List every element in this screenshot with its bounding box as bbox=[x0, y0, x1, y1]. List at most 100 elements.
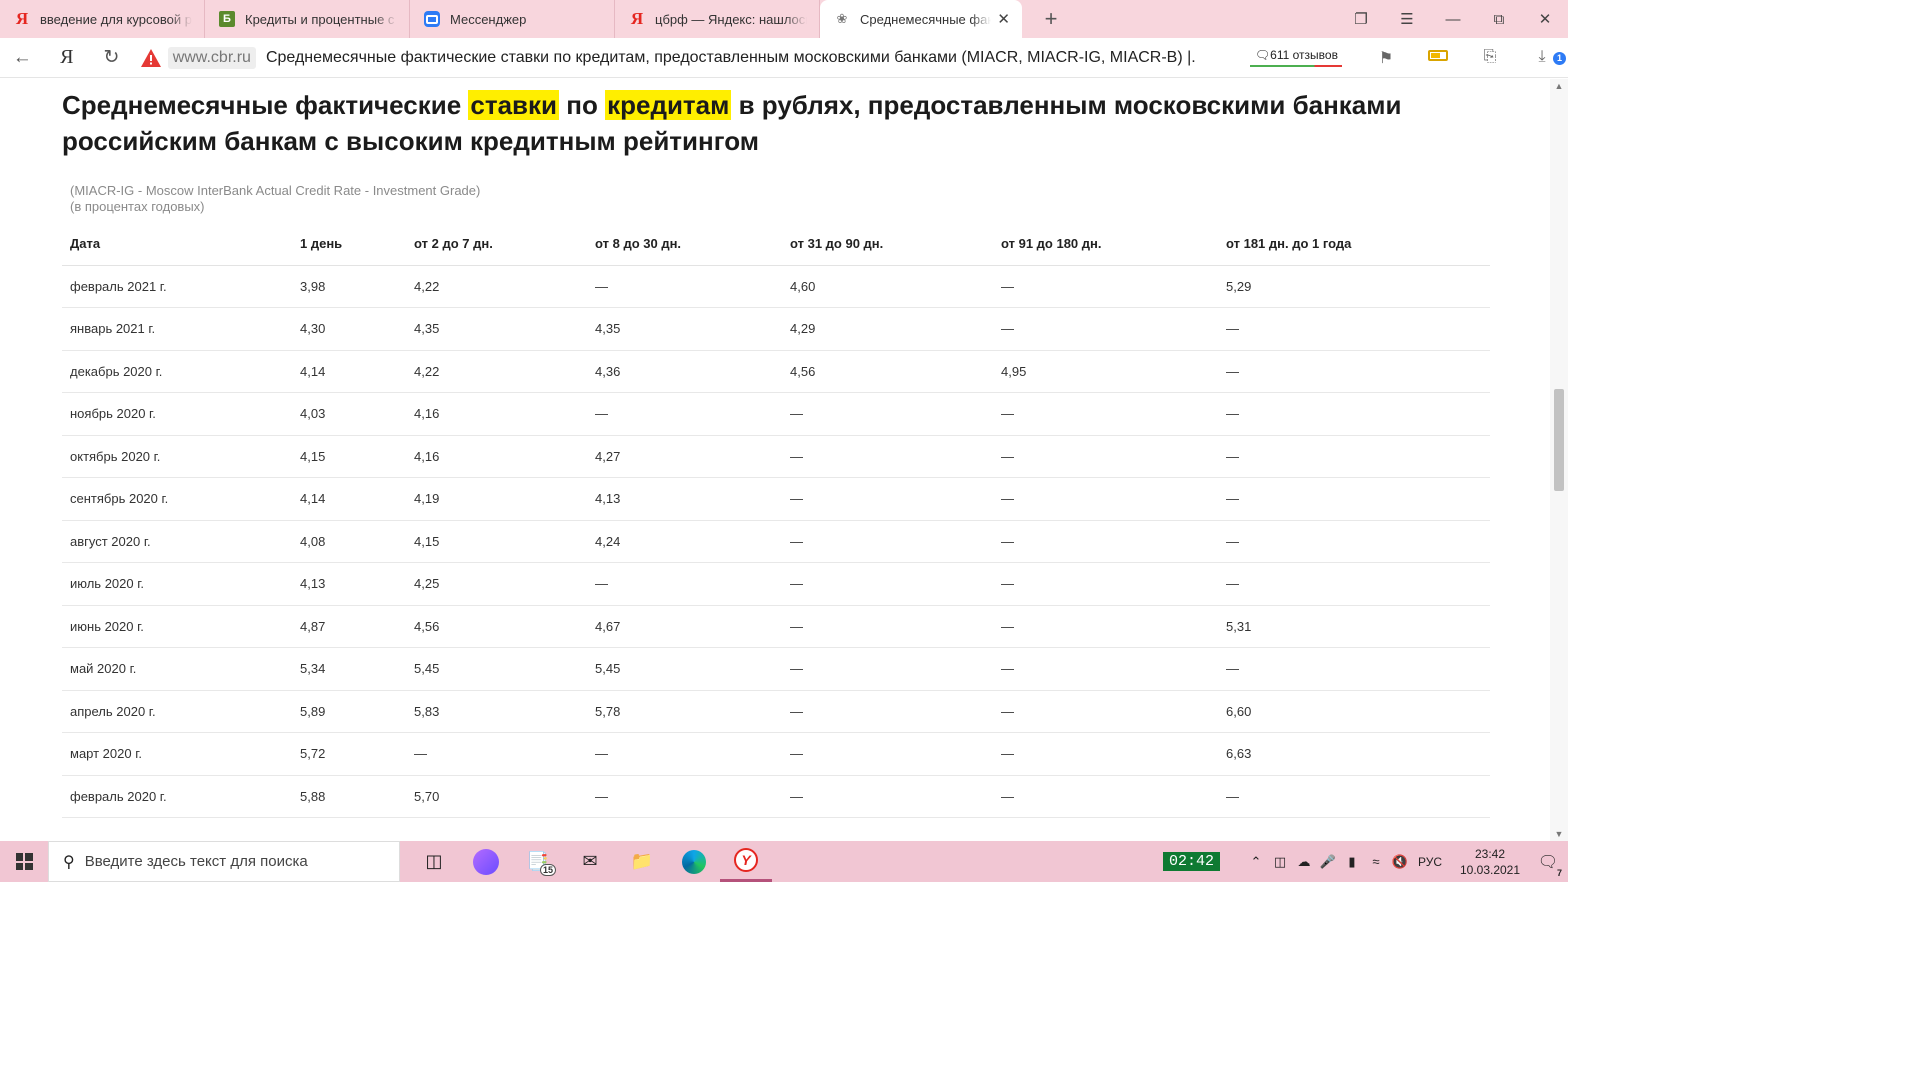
browser-tab[interactable]: Мессенджер bbox=[410, 0, 615, 38]
rate-cell: — bbox=[1218, 350, 1490, 393]
chevron-up-icon[interactable]: ⌃ bbox=[1244, 854, 1268, 870]
yandex-browser-icon[interactable]: Y bbox=[720, 841, 772, 882]
rate-cell: 4,22 bbox=[406, 350, 587, 393]
column-header: от 91 до 180 дн. bbox=[993, 222, 1218, 266]
wifi-icon[interactable]: ≈ bbox=[1364, 854, 1388, 869]
rate-cell: 4,15 bbox=[406, 520, 587, 563]
taskbar-apps: ◫ 📑 15 ✉ 📁 Y bbox=[408, 841, 772, 882]
battery-saver-icon[interactable] bbox=[1412, 48, 1464, 68]
url-page-title[interactable]: Среднемесячные фактические ставки по кре… bbox=[266, 49, 1197, 67]
toolbar-icons: ⚑ ⎘ ⤓ 1 bbox=[1360, 48, 1568, 68]
address-bar: ← Я ↻ www.cbr.ru Среднемесячные фактичес… bbox=[0, 38, 1568, 78]
restore-icon[interactable]: ⧉ bbox=[1476, 11, 1522, 28]
notifications-icon[interactable]: 🗨 7 bbox=[1528, 852, 1568, 878]
scroll-down-icon[interactable]: ▼ bbox=[1550, 829, 1568, 839]
edge-browser-icon[interactable] bbox=[668, 841, 720, 882]
scrollbar-thumb[interactable] bbox=[1554, 389, 1564, 491]
mail-app-icon[interactable]: ✉ bbox=[564, 841, 616, 882]
browser-tab[interactable]: Яцбрф — Яндекс: нашлось bbox=[615, 0, 820, 38]
bookmark-icon[interactable]: ⚑ bbox=[1360, 48, 1412, 68]
date-cell: март 2020 г. bbox=[62, 732, 292, 776]
column-header: от 31 до 90 дн. bbox=[782, 222, 993, 266]
reviews-widget[interactable]: 🗨611 отзывов bbox=[1249, 48, 1344, 67]
rate-cell: 4,27 bbox=[587, 435, 782, 478]
task-view-icon[interactable]: ◫ bbox=[408, 841, 460, 882]
folder-app-icon[interactable]: 📁 bbox=[616, 841, 668, 882]
tray-timer[interactable]: 02:42 bbox=[1162, 852, 1220, 871]
table-row: сентябрь 2020 г. 4,14 4,19 4,13— — — bbox=[62, 477, 1490, 521]
tab-title: Кредиты и процентные с bbox=[245, 11, 395, 27]
search-highlight: кредитам bbox=[605, 90, 732, 120]
menu-icon[interactable]: ☰ bbox=[1384, 10, 1430, 28]
search-highlight: ставки bbox=[468, 90, 560, 120]
close-tab-icon[interactable]: ✕ bbox=[997, 10, 1010, 28]
rate-cell: 4,56 bbox=[782, 350, 993, 393]
rate-cell: 6,63 bbox=[1218, 732, 1490, 776]
rate-cell: 4,24 bbox=[587, 520, 782, 563]
browser-tab[interactable]: Явведение для курсовой р bbox=[0, 0, 205, 38]
close-window-icon[interactable]: ✕ bbox=[1522, 10, 1568, 28]
browser-tab-strip: Явведение для курсовой р Б Кредиты и проце… bbox=[0, 0, 1568, 38]
minimize-icon[interactable]: — bbox=[1430, 11, 1476, 28]
yandex-home-icon[interactable]: Я bbox=[45, 46, 90, 69]
rate-cell: — bbox=[993, 647, 1218, 691]
battery-icon[interactable]: ▮ bbox=[1340, 854, 1364, 870]
clock[interactable]: 23:42 10.03.2021 bbox=[1452, 846, 1528, 878]
rate-cell: — bbox=[993, 775, 1218, 818]
rate-cell: — bbox=[1218, 477, 1490, 521]
rate-cell: 5,78 bbox=[587, 690, 782, 733]
date-cell: май 2020 г. bbox=[62, 647, 292, 691]
page-scrollbar[interactable]: ▲ ▼ bbox=[1550, 79, 1568, 841]
reader-mode-icon[interactable]: ⎘ bbox=[1464, 48, 1516, 68]
column-header: от 181 дн. до 1 года bbox=[1218, 222, 1490, 266]
start-button[interactable] bbox=[0, 841, 48, 882]
table-row: июнь 2020 г. 4,87 4,56 4,67— —5,31 bbox=[62, 605, 1490, 648]
browser-tab[interactable]: ❀ Среднемесячные факт ✕ bbox=[820, 0, 1022, 38]
rate-cell: — bbox=[993, 265, 1218, 308]
language-indicator[interactable]: РУС bbox=[1418, 855, 1442, 869]
url-domain[interactable]: www.cbr.ru bbox=[167, 46, 256, 69]
rate-cell: — bbox=[993, 605, 1218, 648]
reload-icon[interactable]: ↻ bbox=[89, 46, 134, 69]
file-explorer-app-icon[interactable]: 📑 15 bbox=[512, 841, 564, 882]
scroll-up-icon[interactable]: ▲ bbox=[1550, 81, 1568, 91]
rate-cell: — bbox=[782, 392, 993, 436]
windows-logo-icon bbox=[15, 853, 33, 870]
rate-cell: 5,31 bbox=[1218, 605, 1490, 648]
volume-muted-icon[interactable]: 🔇 bbox=[1388, 854, 1412, 870]
back-arrow-icon[interactable]: ← bbox=[0, 47, 45, 69]
rate-cell: 4,13 bbox=[292, 562, 406, 606]
browser-tab[interactable]: Б Кредиты и процентные с bbox=[205, 0, 410, 38]
tab-title: Среднемесячные факт bbox=[860, 11, 992, 27]
rate-cell: 5,34 bbox=[292, 647, 406, 691]
tab-manager-icon[interactable]: ❐ bbox=[1338, 10, 1384, 28]
rate-cell: — bbox=[1218, 435, 1490, 478]
device-icon[interactable]: ◫ bbox=[1268, 854, 1292, 870]
downloads-icon[interactable]: ⤓ 1 bbox=[1516, 48, 1568, 68]
new-tab-button[interactable]: + bbox=[1036, 0, 1066, 38]
table-row: февраль 2020 г. 5,88 5,70— — — — bbox=[62, 775, 1490, 818]
rate-cell: — bbox=[993, 307, 1218, 351]
table-row: ноябрь 2020 г. 4,03 4,16— — — — bbox=[62, 392, 1490, 436]
rate-cell: — bbox=[782, 435, 993, 478]
security-warning-icon[interactable] bbox=[140, 48, 162, 68]
rate-cell: 4,30 bbox=[292, 307, 406, 351]
messenger-icon bbox=[424, 11, 440, 27]
microphone-icon[interactable]: 🎤 bbox=[1316, 854, 1340, 870]
cloud-icon[interactable]: ☁ bbox=[1292, 854, 1316, 870]
rate-cell: 4,35 bbox=[406, 307, 587, 351]
window-controls: ❐ ☰ — ⧉ ✕ bbox=[1338, 0, 1568, 38]
rate-cell: 4,29 bbox=[782, 307, 993, 351]
cbr-eagle-icon: ❀ bbox=[836, 11, 848, 26]
rate-cell: 4,03 bbox=[292, 392, 406, 436]
table-header-row: Дата 1 день от 2 до 7 дн. от 8 до 30 дн. от … bbox=[62, 222, 1490, 266]
tab-title: цбрф — Яндекс: нашлось bbox=[655, 11, 807, 27]
yandex-icon: Я bbox=[630, 9, 644, 28]
rate-cell: — bbox=[993, 392, 1218, 436]
date-cell: январь 2021 г. bbox=[62, 307, 292, 351]
alice-assistant-icon[interactable] bbox=[460, 841, 512, 882]
date-cell: февраль 2021 г. bbox=[62, 265, 292, 308]
rate-cell: — bbox=[993, 477, 1218, 521]
taskbar-search[interactable]: ⚲ Введите здесь текст для поиска bbox=[48, 841, 400, 882]
reviews-label: 🗨611 отзывов bbox=[1254, 48, 1338, 62]
